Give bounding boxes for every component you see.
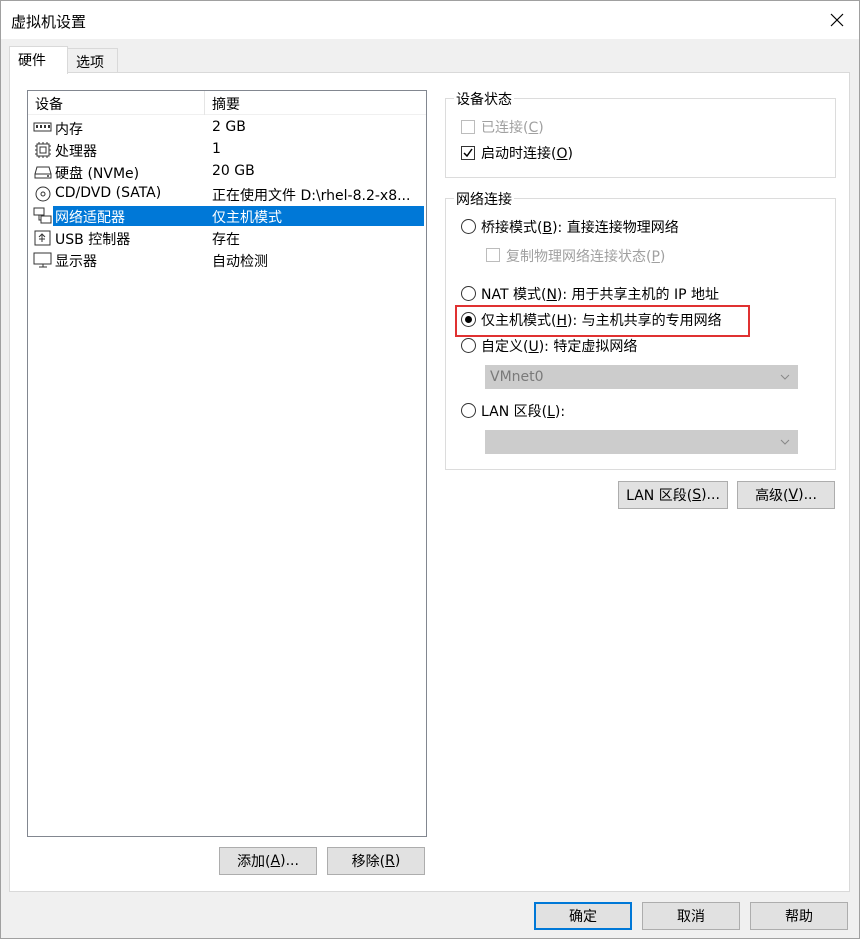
device-name: 内存 [55, 122, 83, 138]
device-summary: 2 GB [212, 119, 246, 135]
device-row-cpu[interactable]: 处理器 1 [28, 139, 426, 161]
close-button[interactable] [815, 1, 859, 39]
bridged-label: 桥接模式(B): 直接连接物理网络 [481, 220, 679, 236]
device-row-harddisk[interactable]: 硬盘 (NVMe) 20 GB [28, 161, 426, 183]
device-row-network[interactable]: 网络适配器 仅主机模式 [28, 205, 426, 227]
device-row-monitor[interactable]: 显示器 自动检测 [28, 249, 426, 271]
device-name: 硬盘 (NVMe) [55, 166, 140, 182]
tab-hardware[interactable]: 硬件 [9, 46, 68, 74]
monitor-icon [33, 251, 53, 269]
vm-settings-window: 虚拟机设置 硬件 选项 设备 摘要 内存 2 GB 处理器 1 硬盘 (NVMe… [0, 0, 860, 939]
highlight-box [455, 305, 750, 337]
add-device-button[interactable]: 添加(A)... [219, 847, 317, 875]
advanced-button[interactable]: 高级(V)... [737, 481, 835, 509]
device-name: 显示器 [55, 254, 97, 270]
device-row-memory[interactable]: 内存 2 GB [28, 117, 426, 139]
custom-radio[interactable] [461, 338, 476, 353]
nat-label: NAT 模式(N): 用于共享主机的 IP 地址 [481, 287, 720, 303]
device-name: USB 控制器 [55, 232, 131, 248]
device-name: 网络适配器 [53, 206, 205, 226]
device-summary: 仅主机模式 [204, 206, 424, 226]
cpu-icon [33, 141, 53, 159]
check-icon [463, 148, 473, 158]
device-summary: 存在 [212, 232, 240, 248]
device-name: CD/DVD (SATA) [55, 185, 162, 201]
device-row-usb[interactable]: USB 控制器 存在 [28, 227, 426, 249]
column-summary[interactable]: 摘要 [212, 94, 240, 114]
nat-radio[interactable] [461, 286, 476, 301]
lan-segment-radio[interactable] [461, 403, 476, 418]
hardware-panel: 设备 摘要 内存 2 GB 处理器 1 硬盘 (NVMe) 20 GB CD/D… [9, 72, 850, 892]
device-summary: 1 [212, 141, 221, 157]
column-separator[interactable] [204, 91, 205, 115]
device-summary: 自动检测 [212, 254, 268, 270]
cd-icon [33, 185, 53, 203]
lan-segment-label: LAN 区段(L): [481, 404, 566, 420]
memory-icon [33, 119, 53, 137]
connected-label: 已连接(C) [481, 120, 544, 136]
window-title: 虚拟机设置 [11, 13, 87, 31]
lan-segments-button[interactable]: LAN 区段(S)... [618, 481, 728, 509]
custom-label: 自定义(U): 特定虚拟网络 [481, 339, 638, 355]
harddisk-icon [33, 163, 53, 181]
column-device[interactable]: 设备 [35, 94, 63, 114]
connected-checkbox[interactable] [461, 120, 475, 134]
close-icon [830, 13, 844, 27]
ok-button[interactable]: 确定 [534, 902, 632, 930]
device-row-cddvd[interactable]: CD/DVD (SATA) 正在使用文件 D:\rhel-8.2-x8... [28, 183, 426, 205]
tab-options[interactable]: 选项 [67, 48, 118, 73]
lan-segment-select[interactable] [485, 430, 798, 454]
device-summary: 正在使用文件 D:\rhel-8.2-x8... [212, 188, 411, 204]
device-summary: 20 GB [212, 163, 255, 179]
replicate-state-label: 复制物理网络连接状态(P) [506, 249, 666, 265]
chevron-down-icon [779, 371, 791, 387]
remove-device-button[interactable]: 移除(R) [327, 847, 425, 875]
connect-on-start-label: 启动时连接(O) [481, 146, 573, 162]
chevron-down-icon [779, 436, 791, 452]
device-status-legend: 设备状态 [454, 89, 514, 109]
replicate-state-checkbox[interactable] [486, 248, 500, 262]
help-button[interactable]: 帮助 [750, 902, 848, 930]
title-bar: 虚拟机设置 [1, 1, 859, 39]
network-connection-legend: 网络连接 [454, 189, 514, 209]
device-name: 处理器 [55, 144, 97, 160]
device-list-header: 设备 摘要 [28, 91, 426, 115]
device-list[interactable]: 设备 摘要 内存 2 GB 处理器 1 硬盘 (NVMe) 20 GB CD/D… [27, 90, 427, 837]
connect-on-start-checkbox[interactable] [461, 146, 475, 160]
network-icon [33, 207, 53, 225]
usb-icon [33, 229, 53, 247]
bridged-radio[interactable] [461, 219, 476, 234]
device-status-group: 设备状态 已连接(C) 启动时连接(O) [445, 89, 836, 178]
cancel-button[interactable]: 取消 [642, 902, 740, 930]
custom-network-select[interactable]: VMnet0 [485, 365, 798, 389]
